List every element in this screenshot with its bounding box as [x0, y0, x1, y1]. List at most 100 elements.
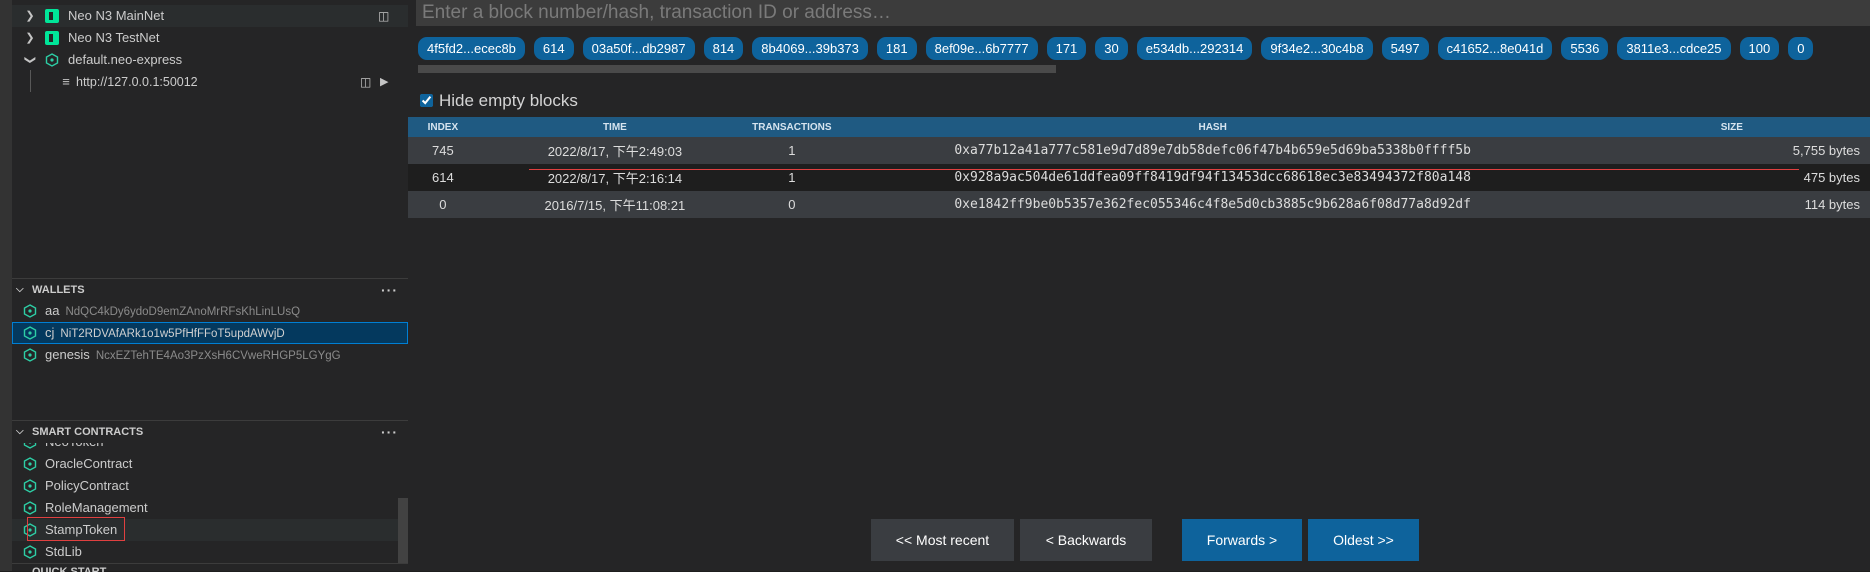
- neo-logo-icon: [44, 5, 60, 27]
- open-explorer-icon[interactable]: ◫: [378, 5, 389, 27]
- history-pill[interactable]: 8b4069...39b373: [752, 37, 868, 60]
- activity-bar-edge: [0, 0, 12, 571]
- history-pill[interactable]: 0: [1788, 37, 1814, 60]
- sidebar: ❯ Neo N3 MainNet ◫ ❯ Neo N3 TestNet ❯ de…: [0, 0, 408, 572]
- wallet-address: NcxEZTehTE4Ao3PzXsH6CVweRHGP5LGYgG: [95, 350, 341, 362]
- table-row[interactable]: 0 2016/7/15, 下午11:08:21 0 0xe1842ff9be0b…: [408, 191, 1870, 218]
- history-pill[interactable]: 181: [876, 37, 917, 60]
- play-icon[interactable]: ▶: [380, 71, 388, 93]
- cell-index: 0: [408, 191, 478, 218]
- cell-transactions: 1: [752, 137, 832, 164]
- history-pill[interactable]: 100: [1739, 37, 1780, 60]
- contracts-list: NeoToken OracleContract PolicyContract R…: [12, 443, 398, 563]
- section-title: SMART CONTRACTS: [32, 426, 144, 438]
- sidebar-scrollbar[interactable]: [398, 498, 408, 563]
- history-pill[interactable]: 814: [703, 37, 744, 60]
- tree-item-testnet[interactable]: ❯ Neo N3 TestNet: [12, 27, 408, 49]
- search-history: 4f5fd2...ecec8b 614 03a50f...db2987 814 8b40…: [418, 37, 1870, 61]
- column-header-hash: HASH: [831, 117, 1594, 137]
- history-pill[interactable]: 03a50f...db2987: [582, 37, 695, 60]
- most-recent-button[interactable]: << Most recent: [871, 519, 1014, 561]
- annotation-highlight-box: [27, 517, 125, 541]
- contract-icon: [22, 497, 38, 519]
- column-header-size: SIZE: [1593, 117, 1870, 137]
- hide-empty-blocks-toggle[interactable]: Hide empty blocks: [420, 90, 578, 112]
- tree-item-label: Neo N3 TestNet: [68, 30, 160, 45]
- contract-item[interactable]: StdLib: [12, 541, 398, 563]
- oldest-button[interactable]: Oldest >>: [1308, 519, 1419, 561]
- history-pill[interactable]: c41652...8e041d: [1437, 37, 1553, 60]
- search-input[interactable]: [416, 0, 1870, 26]
- history-pill[interactable]: 3811e3...cdce25: [1617, 37, 1731, 60]
- smart-contracts-section-header[interactable]: ⌵ SMART CONTRACTS ···: [12, 420, 408, 443]
- history-pill[interactable]: 171: [1046, 37, 1087, 60]
- more-actions-icon[interactable]: ···: [381, 421, 398, 443]
- blocks-table: INDEX TIME TRANSACTIONS HASH SIZE 745 20…: [408, 117, 1870, 218]
- cell-size: 114 bytes: [1593, 191, 1870, 218]
- open-explorer-icon[interactable]: ◫: [360, 71, 371, 93]
- contract-name: StdLib: [45, 544, 82, 559]
- contract-item[interactable]: RoleManagement: [12, 497, 398, 519]
- contract-item[interactable]: NeoToken: [12, 443, 398, 453]
- cell-time: 2016/7/15, 下午11:08:21: [477, 191, 753, 218]
- wallet-icon: [22, 344, 38, 366]
- cell-time: 2022/8/17, 下午2:49:03: [477, 137, 753, 164]
- history-pill[interactable]: 5497: [1381, 37, 1429, 60]
- wallet-item-aa[interactable]: aa NdQC4kDy6ydoD9emZAnoMrRFsKhLinLUsQ: [12, 300, 408, 322]
- contract-name: OracleContract: [45, 456, 133, 471]
- history-pill[interactable]: 8ef09e...6b7777: [925, 37, 1038, 60]
- cell-size: 5,755 bytes: [1593, 137, 1870, 164]
- tree-item-neo-express[interactable]: ❯ default.neo-express: [12, 49, 408, 71]
- contract-name: RoleManagement: [45, 500, 148, 515]
- wallets-section-header[interactable]: ⌵ WALLETS ···: [12, 278, 408, 301]
- column-header-time: TIME: [477, 117, 753, 137]
- contract-name: PolicyContract: [45, 478, 129, 493]
- hide-empty-label: Hide empty blocks: [439, 91, 578, 110]
- network-node-icon: [44, 49, 60, 71]
- contract-icon: [22, 453, 38, 475]
- chevron-right-icon[interactable]: ❯: [22, 5, 38, 27]
- history-pill[interactable]: 5536: [1561, 37, 1609, 60]
- column-header-index: INDEX: [408, 117, 478, 137]
- table-header-row: INDEX TIME TRANSACTIONS HASH SIZE: [408, 117, 1870, 137]
- cell-index: 745: [408, 137, 478, 164]
- more-actions-icon[interactable]: ···: [381, 279, 398, 301]
- wallet-icon: [22, 322, 38, 344]
- history-pill[interactable]: 9f34e2...30c4b8: [1261, 37, 1373, 60]
- server-icon: ≡: [62, 74, 70, 89]
- chevron-down-icon[interactable]: ❯: [19, 52, 41, 68]
- tree-item-mainnet[interactable]: ❯ Neo N3 MainNet ◫: [12, 5, 408, 27]
- table-row[interactable]: 745 2022/8/17, 下午2:49:03 1 0xa77b12a41a7…: [408, 137, 1870, 164]
- forwards-button[interactable]: Forwards >: [1182, 519, 1302, 561]
- section-title: WALLETS: [32, 284, 85, 296]
- rpc-url-label: http://127.0.0.1:50012: [76, 75, 198, 89]
- contract-item[interactable]: PolicyContract: [12, 475, 398, 497]
- backwards-button[interactable]: < Backwards: [1020, 519, 1152, 561]
- chevron-down-icon[interactable]: ⌵: [16, 279, 24, 301]
- cell-hash: 0xe1842ff9be0b5357e362fec055346c4f8e5d0c…: [831, 191, 1594, 218]
- contract-item[interactable]: OracleContract: [12, 453, 398, 475]
- neo-logo-icon: [44, 27, 60, 49]
- history-scrollbar[interactable]: [418, 65, 1056, 73]
- cell-hash: 0xa77b12a41a777c581e9d7d89e7db58defc06f4…: [831, 137, 1594, 164]
- wallet-name: genesis: [45, 347, 90, 362]
- history-pill[interactable]: 614: [533, 37, 574, 60]
- history-pill[interactable]: 30: [1095, 37, 1128, 60]
- history-pill[interactable]: 4f5fd2...ecec8b: [418, 37, 525, 60]
- annotation-underline: [529, 169, 1799, 170]
- wallet-item-genesis[interactable]: genesis NcxEZTehTE4Ao3PzXsH6CVweRHGP5LGYg…: [12, 344, 408, 366]
- tree-item-label: default.neo-express: [68, 52, 183, 67]
- chevron-down-icon[interactable]: ⌵: [16, 421, 24, 443]
- cell-index: 614: [408, 164, 478, 191]
- contract-icon: [22, 475, 38, 497]
- wallet-address: NdQC4kDy6ydoD9emZAnoMrRFsKhLinLUsQ: [65, 306, 301, 318]
- tree-item-rpc-url[interactable]: ≡ http://127.0.0.1:50012 ◫ ▶: [12, 71, 408, 93]
- tree-item-label: Neo N3 MainNet: [68, 8, 165, 23]
- wallet-item-cj[interactable]: cj NiT2RDVAfARk1o1w5PfHfFFoT5updAWvjD: [12, 322, 408, 344]
- chevron-right-icon[interactable]: ❯: [22, 27, 38, 49]
- hide-empty-checkbox[interactable]: [420, 94, 433, 107]
- contract-icon: [22, 541, 38, 563]
- contract-name: NeoToken: [45, 443, 104, 453]
- history-pill[interactable]: e534db...292314: [1136, 37, 1253, 60]
- wallet-icon: [22, 300, 38, 322]
